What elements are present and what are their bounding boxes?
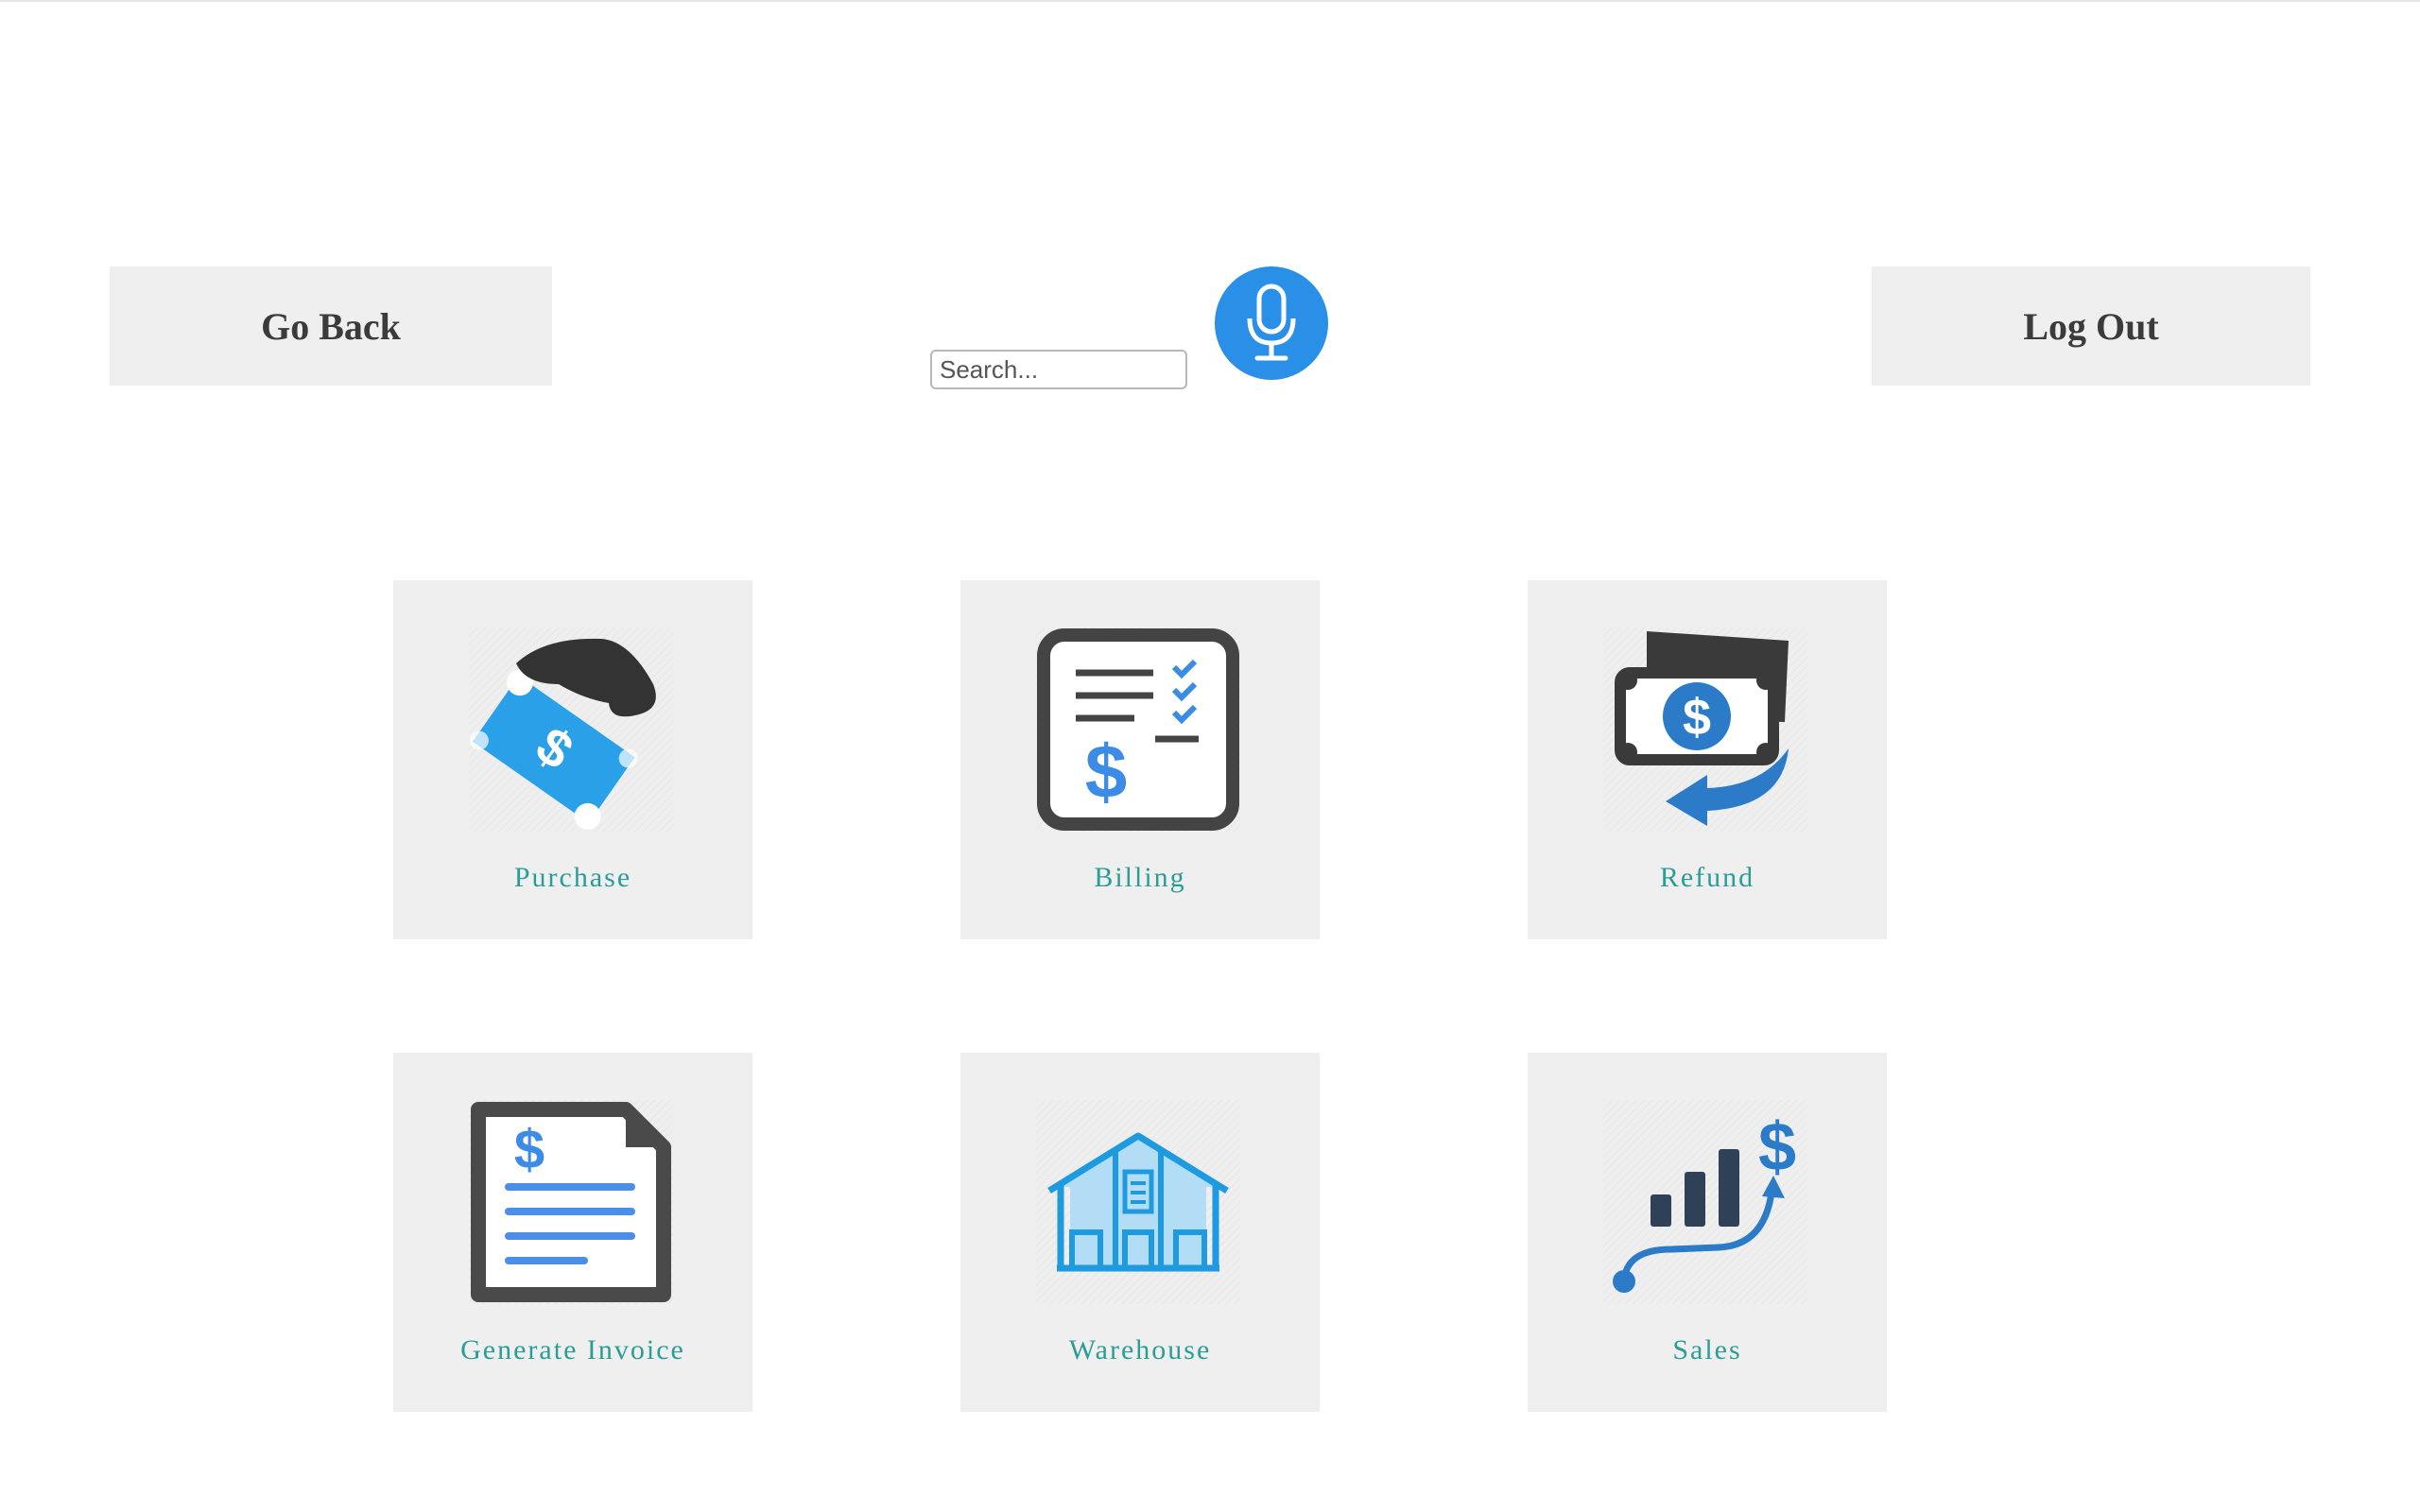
voice-search-button[interactable] bbox=[1215, 266, 1328, 380]
tile-label: Purchase bbox=[513, 862, 632, 893]
go-back-button[interactable]: Go Back bbox=[110, 266, 552, 386]
svg-text:$: $ bbox=[514, 1119, 544, 1180]
tile-sales[interactable]: $ Sales bbox=[1528, 1053, 1887, 1412]
tile-label: Billing bbox=[1094, 862, 1186, 893]
svg-text:$: $ bbox=[1683, 689, 1711, 746]
tile-generate-invoice[interactable]: $ Generate Invoice bbox=[393, 1053, 752, 1412]
bill-checklist-icon: $ bbox=[1036, 627, 1240, 832]
tile-label: Sales bbox=[1672, 1334, 1742, 1366]
svg-text:$: $ bbox=[1758, 1109, 1796, 1185]
tile-purchase[interactable]: $ Purchase bbox=[393, 580, 752, 939]
tile-refund[interactable]: $ Refund bbox=[1528, 580, 1887, 939]
invoice-document-icon: $ bbox=[469, 1100, 673, 1304]
search-input[interactable] bbox=[930, 350, 1187, 389]
money-refund-icon: $ bbox=[1603, 627, 1807, 832]
svg-text:$: $ bbox=[1085, 730, 1128, 814]
cash-hand-icon: $ bbox=[469, 627, 673, 832]
tile-warehouse[interactable]: Warehouse bbox=[960, 1053, 1320, 1412]
tile-label: Warehouse bbox=[1068, 1334, 1212, 1366]
tile-label: Generate Invoice bbox=[460, 1334, 685, 1366]
log-out-button[interactable]: Log Out bbox=[1872, 266, 2310, 386]
microphone-icon bbox=[1247, 284, 1296, 361]
top-divider bbox=[0, 0, 2420, 2]
warehouse-icon bbox=[1036, 1100, 1240, 1304]
tile-label: Refund bbox=[1659, 862, 1755, 893]
tile-billing[interactable]: $ Billing bbox=[960, 580, 1320, 939]
sales-growth-icon: $ bbox=[1603, 1100, 1807, 1304]
